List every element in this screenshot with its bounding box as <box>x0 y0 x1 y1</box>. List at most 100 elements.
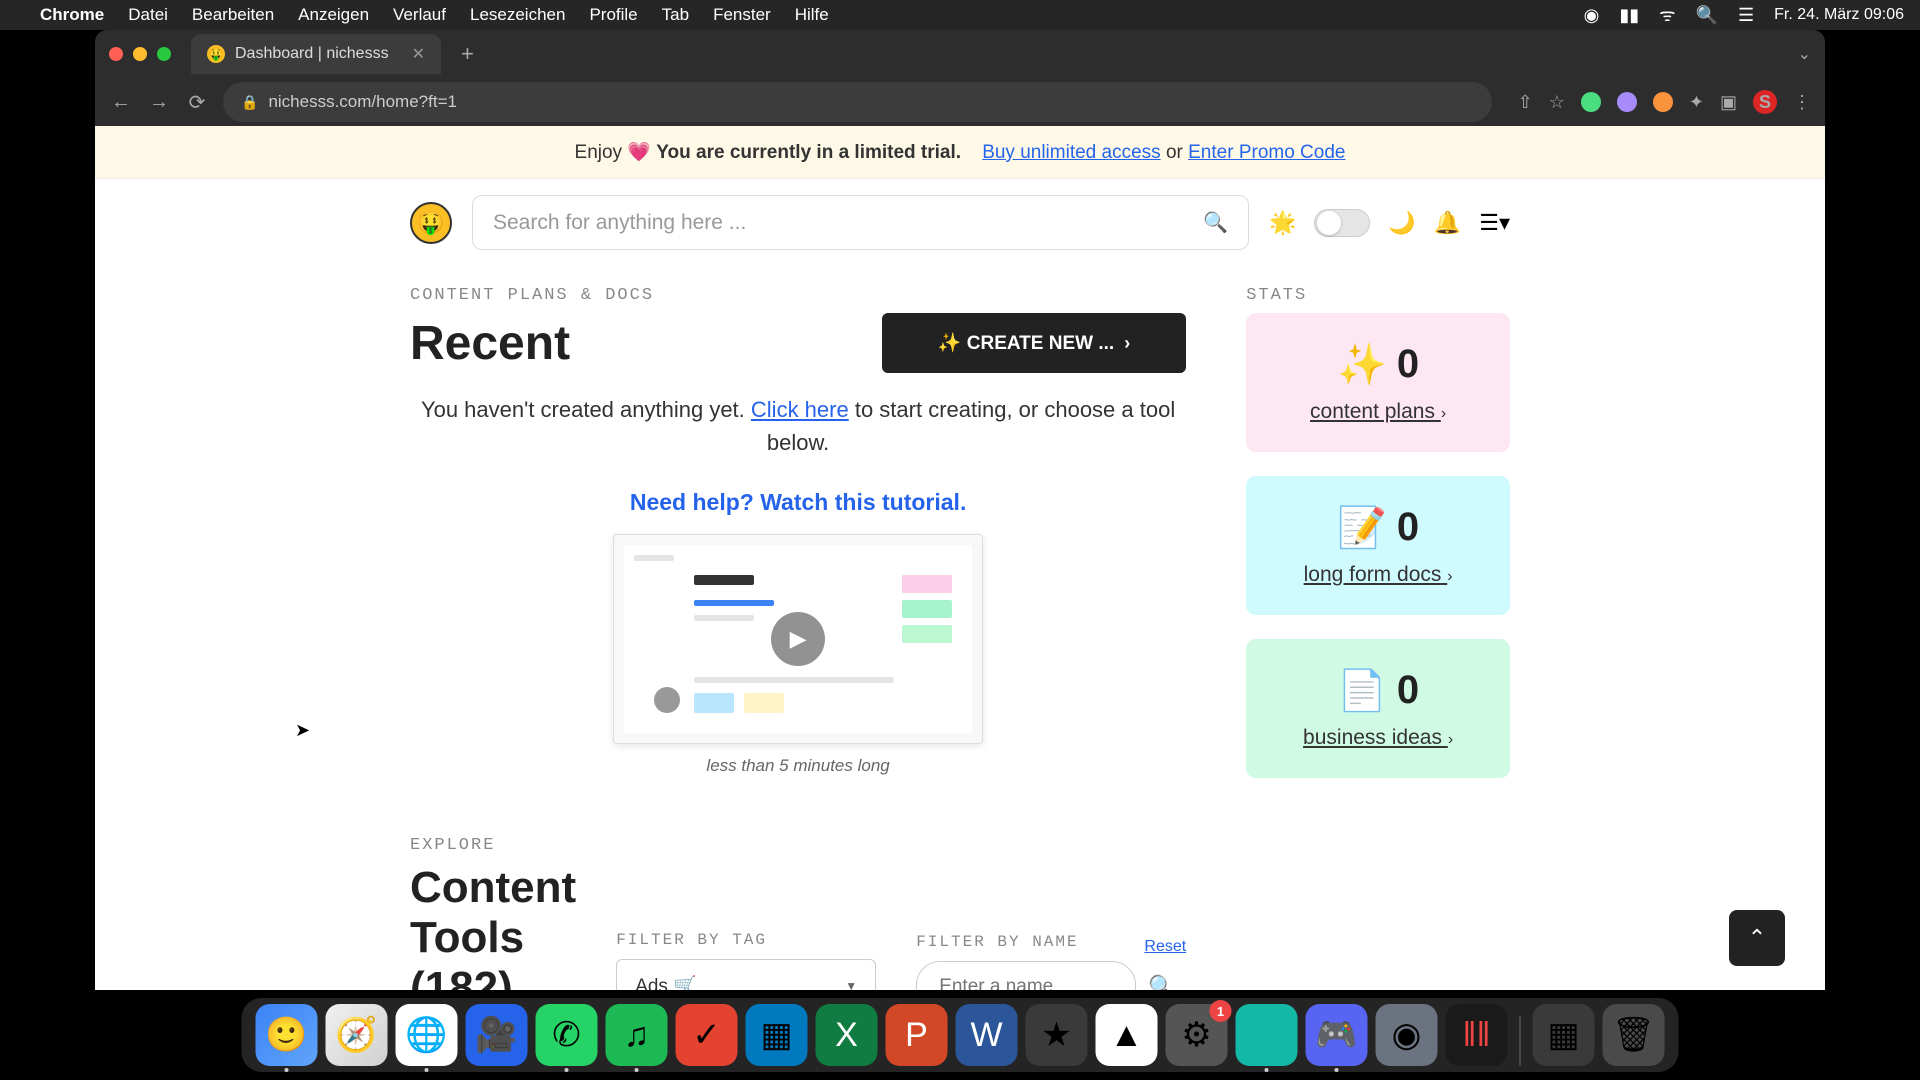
dock-discord[interactable]: 🎮 <box>1306 1004 1368 1066</box>
menubar-item[interactable]: Hilfe <box>795 5 829 25</box>
dock-spotify[interactable]: ♫ <box>606 1004 668 1066</box>
tabs-dropdown-icon[interactable]: ⌄ <box>1798 44 1811 64</box>
tab-close-icon[interactable]: ✕ <box>412 44 425 64</box>
dock-badge: 1 <box>1210 1000 1232 1022</box>
dock-safari[interactable]: 🧭 <box>326 1004 388 1066</box>
chrome-menu-icon[interactable]: ⋮ <box>1793 92 1811 113</box>
page-icon: 📄 <box>1337 667 1387 714</box>
extension-icon[interactable] <box>1617 92 1637 112</box>
spotlight-icon[interactable]: 🔍 <box>1696 5 1718 26</box>
app-header: 🤑 Search for anything here ... 🔍 🌟 🌙 🔔 ☰… <box>370 179 1550 266</box>
reload-button[interactable]: ⟳ <box>185 90 209 115</box>
dock-trash[interactable]: 🗑 <box>1603 1004 1665 1066</box>
menubar-item[interactable]: Verlauf <box>393 5 446 25</box>
main-menu-icon[interactable]: ☰▾ <box>1479 210 1510 236</box>
lock-icon: 🔒 <box>241 94 258 111</box>
menubar-item[interactable]: Lesezeichen <box>470 5 565 25</box>
tutorial-heading[interactable]: Need help? Watch this tutorial. <box>410 489 1186 516</box>
forward-button[interactable]: → <box>147 91 171 114</box>
dock-separator <box>1520 1016 1521 1066</box>
menubar-item[interactable]: Tab <box>662 5 689 25</box>
menubar-item[interactable]: Profile <box>589 5 637 25</box>
dock-app-teal[interactable] <box>1236 1004 1298 1066</box>
menubar-app-name[interactable]: Chrome <box>40 5 104 25</box>
filter-reset-link[interactable]: Reset <box>1144 938 1186 956</box>
explore-eyebrow: EXPLORE <box>410 836 576 855</box>
search-icon[interactable]: 🔍 <box>1203 210 1228 235</box>
app-logo[interactable]: 🤑 <box>410 202 452 244</box>
stats-heading: STATS <box>1246 286 1510 305</box>
dock-imovie[interactable]: ★ <box>1026 1004 1088 1066</box>
stats-value: 0 <box>1397 505 1419 550</box>
sparkles-icon: ✨ <box>1337 341 1387 388</box>
browser-window: 🤑 Dashboard | nichesss ✕ + ⌄ ← → ⟳ 🔒 nic… <box>95 30 1825 990</box>
notifications-icon[interactable]: 🔔 <box>1434 210 1461 236</box>
dock-excel[interactable]: X <box>816 1004 878 1066</box>
menubar-item[interactable]: Bearbeiten <box>192 5 274 25</box>
extension-icon[interactable] <box>1653 92 1673 112</box>
search-icon[interactable]: 🔍 <box>1148 974 1175 990</box>
back-button[interactable]: ← <box>109 91 133 114</box>
filter-name-input[interactable] <box>916 961 1136 990</box>
dock-zoom[interactable]: 🎥 <box>466 1004 528 1066</box>
create-new-button[interactable]: ✨ CREATE NEW ... › <box>882 313 1186 373</box>
search-input[interactable]: Search for anything here ... 🔍 <box>472 195 1249 250</box>
extension-icon[interactable] <box>1581 92 1601 112</box>
menubar-item[interactable]: Anzeigen <box>298 5 369 25</box>
tab-favicon: 🤑 <box>207 45 225 63</box>
trial-banner: Enjoy 💗 You are currently in a limited t… <box>95 126 1825 179</box>
profile-avatar[interactable]: S <box>1753 90 1777 114</box>
menubar-item[interactable]: Datei <box>128 5 168 25</box>
play-icon: ▶ <box>771 612 825 666</box>
dock-word[interactable]: W <box>956 1004 1018 1066</box>
window-maximize-button[interactable] <box>157 47 171 61</box>
content-plans-link[interactable]: content plans › <box>1310 400 1446 423</box>
filter-tag-select[interactable]: Ads 🛒 ▼ <box>616 959 876 990</box>
window-close-button[interactable] <box>109 47 123 61</box>
browser-tabbar: 🤑 Dashboard | nichesss ✕ + ⌄ <box>95 30 1825 78</box>
moon-icon: 🌙 <box>1388 210 1415 236</box>
business-ideas-link[interactable]: business ideas › <box>1303 726 1453 749</box>
long-form-docs-link[interactable]: long form docs › <box>1304 563 1453 586</box>
sidepanel-icon[interactable]: ▣ <box>1720 92 1737 113</box>
control-center-icon[interactable]: ☰ <box>1738 5 1754 26</box>
install-icon[interactable]: ⇧ <box>1518 92 1533 113</box>
extensions-menu-icon[interactable]: ✦ <box>1689 92 1704 113</box>
browser-tab[interactable]: 🤑 Dashboard | nichesss ✕ <box>191 34 441 74</box>
dock-finder[interactable]: 🙂 <box>256 1004 318 1066</box>
dock-app-browser[interactable]: ◉ <box>1376 1004 1438 1066</box>
dock-todoist[interactable]: ✓ <box>676 1004 738 1066</box>
dock-whatsapp[interactable]: ✆ <box>536 1004 598 1066</box>
chevron-up-icon: ⌃ <box>1748 925 1766 951</box>
dock-trello[interactable]: ▦ <box>746 1004 808 1066</box>
video-caption: less than 5 minutes long <box>410 756 1186 776</box>
stats-card-long-form-docs: 📝 0 long form docs › <box>1246 476 1510 615</box>
menubar-item[interactable]: Fenster <box>713 5 771 25</box>
address-bar[interactable]: 🔒 nichesss.com/home?ft=1 <box>223 82 1492 122</box>
dock-google-drive[interactable]: ▲ <box>1096 1004 1158 1066</box>
menubar-clock[interactable]: Fr. 24. März 09:06 <box>1774 6 1904 24</box>
bookmark-icon[interactable]: ☆ <box>1549 92 1565 113</box>
promo-code-link[interactable]: Enter Promo Code <box>1188 142 1345 163</box>
page-title: Recent <box>410 316 570 371</box>
filter-tag-value: Ads 🛒 <box>635 974 697 990</box>
create-new-label: ✨ CREATE NEW ... <box>938 331 1114 355</box>
battery-icon[interactable]: ▮▮ <box>1619 5 1639 26</box>
filter-name-label: FILTER BY NAME <box>916 933 1078 951</box>
dock-powerpoint[interactable]: P <box>886 1004 948 1066</box>
new-tab-button[interactable]: + <box>451 41 484 67</box>
dock-voice-memos[interactable]: ‖‖ <box>1446 1004 1508 1066</box>
tab-title: Dashboard | nichesss <box>235 45 389 63</box>
dock-chrome[interactable]: 🌐 <box>396 1004 458 1066</box>
dock-system-preferences[interactable]: ⚙1 <box>1166 1004 1228 1066</box>
chevron-right-icon: › <box>1447 568 1452 586</box>
wifi-icon[interactable]: ᯤ <box>1659 3 1675 27</box>
record-icon[interactable]: ◉ <box>1584 5 1600 26</box>
buy-unlimited-link[interactable]: Buy unlimited access <box>982 142 1160 163</box>
click-here-link[interactable]: Click here <box>751 397 849 422</box>
theme-toggle[interactable] <box>1314 209 1370 237</box>
tutorial-video-thumbnail[interactable]: ▶ <box>613 534 983 744</box>
scroll-to-top-button[interactable]: ⌃ <box>1729 910 1785 966</box>
dock-mission-control[interactable]: ▦ <box>1533 1004 1595 1066</box>
window-minimize-button[interactable] <box>133 47 147 61</box>
